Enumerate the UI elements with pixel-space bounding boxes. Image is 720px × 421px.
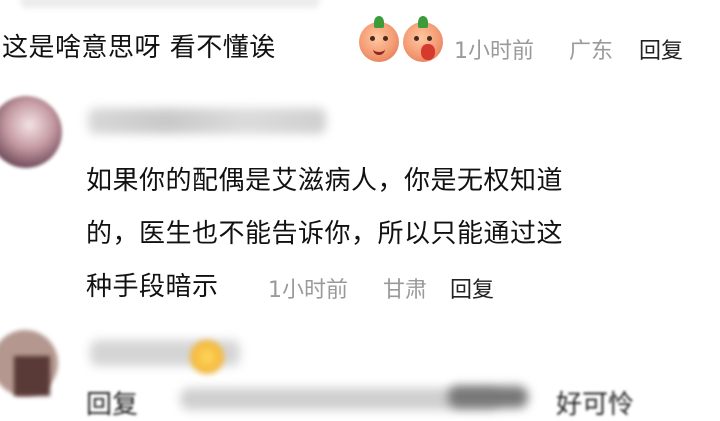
comment-text-end: 好可怜	[556, 390, 635, 420]
tomato-smile-icon	[359, 16, 399, 62]
comment-time: 1小时前	[454, 39, 534, 64]
reply-button[interactable]: 回复	[450, 272, 494, 304]
comment-text-line: 如果你的配偶是艾滋病人，你是无权知道	[86, 166, 564, 196]
avatar-detail	[14, 356, 50, 396]
tomato-cover-mouth-icon	[403, 16, 443, 62]
comment-text: 这是啥意思呀 看不懂诶	[2, 33, 276, 63]
comment-text-line: 种手段暗示	[86, 272, 219, 302]
comment-text-start: 回复	[86, 390, 139, 420]
comment-time: 1小时前	[268, 278, 348, 303]
smiley-emoji-icon	[190, 340, 224, 374]
previous-comment-blurred	[20, 0, 320, 8]
comment-location: 广东	[569, 39, 614, 64]
comment-location: 甘肃	[383, 278, 428, 303]
username-blurred[interactable]	[88, 108, 326, 134]
comment-text-line: 的，医生也不能告诉你，所以只能通过这	[86, 219, 564, 249]
avatar[interactable]	[0, 96, 62, 168]
reply-button[interactable]: 回复	[639, 33, 683, 65]
